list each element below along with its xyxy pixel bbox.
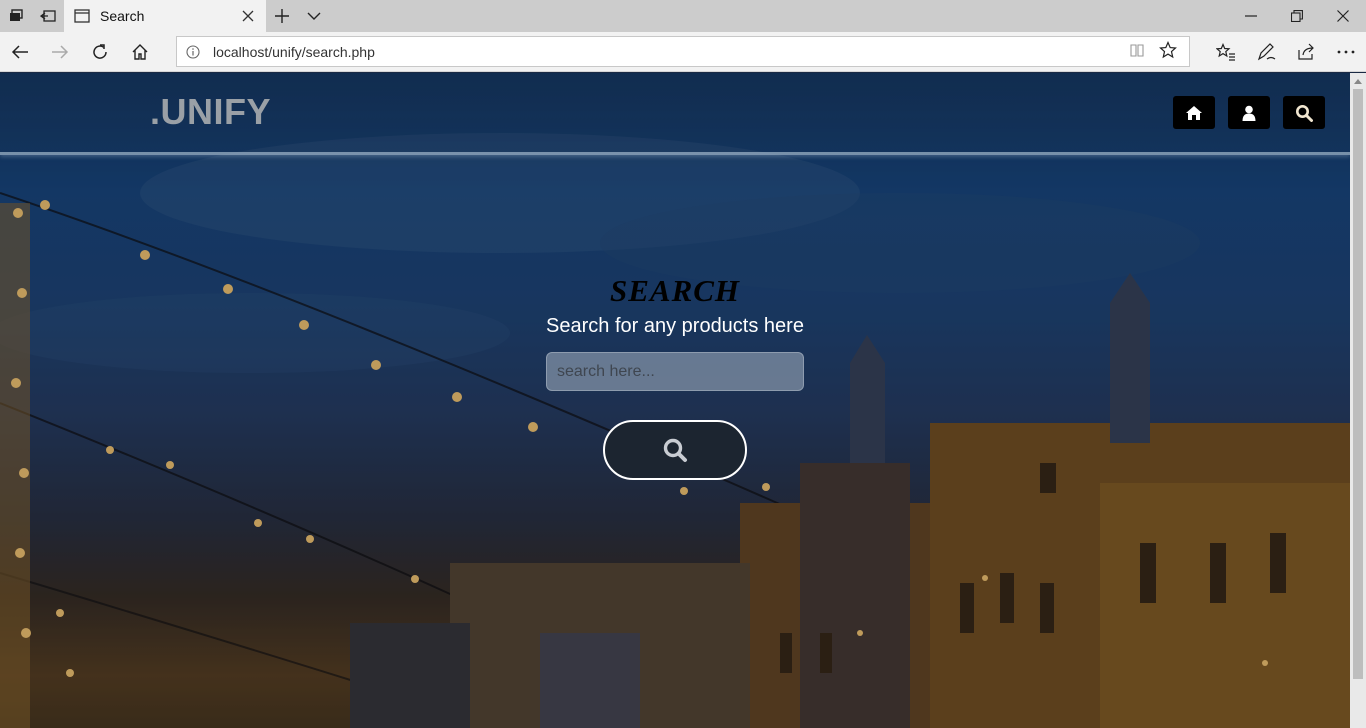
minimize-icon[interactable] bbox=[1228, 0, 1274, 32]
tab-search[interactable]: Search bbox=[64, 0, 266, 32]
user-icon bbox=[1242, 105, 1256, 121]
close-tab-icon[interactable] bbox=[240, 8, 256, 24]
restore-icon[interactable] bbox=[1274, 0, 1320, 32]
url-text[interactable]: localhost/unify/search.php bbox=[213, 44, 1129, 60]
navigation-bar: localhost/unify/search.php bbox=[0, 32, 1366, 72]
page-content: .UNIFY SEARCH Search for any products he… bbox=[0, 73, 1350, 728]
tab-actions-icon[interactable] bbox=[0, 0, 32, 32]
user-button[interactable] bbox=[1228, 96, 1270, 129]
home-icon bbox=[1186, 105, 1202, 120]
home-icon[interactable] bbox=[120, 32, 160, 72]
header-icon-group bbox=[1173, 96, 1325, 129]
share-icon[interactable] bbox=[1286, 32, 1326, 72]
more-options-icon[interactable] bbox=[1326, 32, 1366, 72]
search-title: SEARCH bbox=[609, 273, 741, 308]
scrollbar-thumb[interactable] bbox=[1353, 89, 1363, 679]
info-icon[interactable] bbox=[185, 44, 201, 60]
scroll-up-arrow-icon[interactable] bbox=[1350, 73, 1366, 89]
vertical-scrollbar[interactable] bbox=[1350, 73, 1366, 728]
search-subtitle: Search for any products here bbox=[546, 315, 804, 337]
home-button[interactable] bbox=[1173, 96, 1215, 129]
tab-bar: Search bbox=[0, 0, 1366, 32]
pen-notes-icon[interactable] bbox=[1246, 32, 1286, 72]
site-header: .UNIFY bbox=[0, 73, 1350, 155]
favorite-star-icon[interactable] bbox=[1159, 40, 1177, 63]
forward-arrow-icon[interactable] bbox=[40, 32, 80, 72]
reading-view-icon[interactable] bbox=[1129, 42, 1145, 62]
window-controls bbox=[1228, 0, 1366, 32]
search-submit-button[interactable] bbox=[603, 420, 747, 480]
search-panel: SEARCH Search for any products here bbox=[475, 273, 875, 480]
address-bar[interactable]: localhost/unify/search.php bbox=[176, 36, 1190, 67]
refresh-icon[interactable] bbox=[80, 32, 120, 72]
site-logo[interactable]: .UNIFY bbox=[150, 91, 271, 133]
back-arrow-icon[interactable] bbox=[0, 32, 40, 72]
new-tab-icon[interactable] bbox=[266, 0, 298, 32]
chevron-down-icon[interactable] bbox=[298, 0, 330, 32]
search-button[interactable] bbox=[1283, 96, 1325, 129]
search-icon bbox=[1296, 104, 1313, 122]
set-aside-tabs-icon[interactable] bbox=[32, 0, 64, 32]
search-input[interactable] bbox=[546, 352, 804, 391]
favorites-hub-icon[interactable] bbox=[1206, 32, 1246, 72]
close-window-icon[interactable] bbox=[1320, 0, 1366, 32]
search-icon bbox=[663, 438, 687, 462]
tab-title: Search bbox=[100, 8, 145, 24]
page-icon bbox=[74, 8, 90, 24]
